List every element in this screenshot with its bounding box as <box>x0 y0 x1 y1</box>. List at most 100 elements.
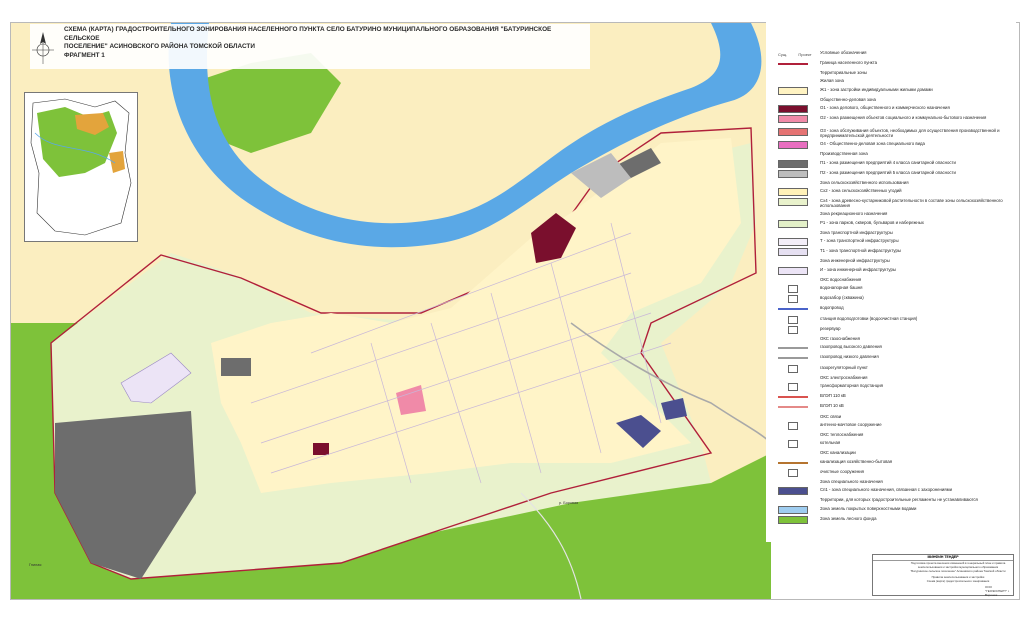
legend-item: газопровод высокого давления <box>776 344 1016 354</box>
legend-item-label: И - зона инженерной инфраструктуры <box>820 266 896 272</box>
legend-section: ОКС теплоснабжения <box>820 432 864 437</box>
stamp-line5: Схема (карта) градостроительного зониров… <box>926 579 990 583</box>
legend-color-swatch <box>778 188 808 197</box>
legend-item: О3 - зона обслуживания объектов, необход… <box>776 128 1016 138</box>
legend-section: Зона рекреационного назначения <box>820 211 888 217</box>
legend-item: газорегуляторный пункт <box>776 364 1016 375</box>
legend-item: О2 - зона размещения объектов социальног… <box>776 115 1016 125</box>
legend-color-swatch <box>778 248 808 257</box>
legend-color-swatch <box>778 198 808 207</box>
legend-item: Граница населенного пункта <box>776 60 1016 70</box>
legend-symbol-icon <box>788 295 798 304</box>
legend-item-label: Граница населенного пункта <box>820 60 878 65</box>
legend-color-swatch <box>778 105 808 113</box>
legend-section: Зона транспортной инфраструктуры <box>820 229 893 235</box>
legend-color-swatch <box>778 266 808 275</box>
legend-line-swatch <box>778 347 808 350</box>
legend-item-label: Р1 - зона парков, скверов, бульваров и н… <box>820 219 924 225</box>
legend-item-label: газопровод низкого давления <box>820 354 879 360</box>
legend-item: котельная <box>776 440 1016 450</box>
legend-line-swatch <box>778 357 808 360</box>
legend-section: Жилая зона <box>820 78 844 84</box>
legend-item-label: П1 - зона размещения предприятий 4 класс… <box>820 159 956 165</box>
legend-item: водопровод <box>776 305 1016 315</box>
legend-item: газопровод низкого давления <box>776 354 1016 364</box>
legend-symbol-icon <box>788 325 798 334</box>
overview-inset-map <box>24 92 138 242</box>
legend-item: ВЛЭП 10 кВ <box>776 403 1016 413</box>
legend-title: Условные обозначения <box>820 50 867 55</box>
legend-item-label: Зона земель покрытых поверхностными вода… <box>820 505 917 511</box>
legend-item-label: трансформаторная подстанция <box>820 383 883 388</box>
compass-icon <box>30 30 56 70</box>
legend-item-label: водонапорная башня <box>820 285 863 290</box>
legend-color-swatch <box>778 115 808 124</box>
legend-section: ОКС электроснабжения <box>820 374 868 380</box>
legend-color-swatch <box>778 238 808 246</box>
legend-item-label: станция водоподготовки (водоочистная ста… <box>820 315 918 321</box>
legend-item-label: ВЛЭП 110 кВ <box>820 393 846 399</box>
legend-item-label: антенно-мачтовое сооружение <box>820 421 882 427</box>
legend-section: Зона сельскохозяйственного использования <box>820 180 909 185</box>
legend-item: канализация хозяйственно-бытовая <box>776 459 1016 469</box>
legend-item: Т - зона транспортной инфраструктуры <box>776 238 1016 248</box>
legend-symbol-icon <box>788 315 798 324</box>
legend-section: ОКС связи <box>820 413 842 419</box>
map-title-line3: ФРАГМЕНТ 1 <box>64 51 105 59</box>
legend-item: станция водоподготовки (водоочистная ста… <box>776 315 1016 326</box>
legend-item-label: газопровод высокого давления <box>820 344 882 350</box>
legend-item: ВЛЭП 110 кВ <box>776 393 1016 403</box>
legend-item-label: водозабор (скважина) <box>820 295 864 301</box>
stamp-line3: "Батуринское сельское поселение" Асиновс… <box>910 569 1006 573</box>
legend-item-label: Сх4 - зона древесно-кустарниковой растит… <box>820 198 1003 209</box>
legend-item-label: Сх2 - зона сельскохозяйственных угодий <box>820 188 902 194</box>
stamp-org: ООО "ГЕОЭКСПЕРТ" г. Воронеж <box>985 585 1010 597</box>
legend-item: Ж1 - зона застройки индивидуальными жилы… <box>776 86 1016 97</box>
legend-line-swatch <box>778 396 808 399</box>
legend-item-label: очистные сооружения <box>820 468 864 474</box>
legend-item: Сп1 - зона специального назначения, связ… <box>776 487 1016 497</box>
legend-item-label: ВЛЭП 10 кВ <box>820 403 844 409</box>
title-block-stamp: МИНФИН ТЕНДЕР Подготовка проекта внесени… <box>872 554 1014 597</box>
legend-item: Т1 - зона транспортной инфраструктуры <box>776 248 1016 258</box>
legend-color-swatch <box>778 515 808 524</box>
legend-line-swatch <box>778 308 808 311</box>
legend-color-swatch <box>778 219 808 228</box>
legend-color-swatch <box>778 159 808 168</box>
legend-item: Сх2 - зона сельскохозяйственных угодий <box>776 188 1016 198</box>
legend-color-swatch <box>778 169 808 178</box>
legend-section: Территориальные зоны <box>820 70 868 76</box>
industrial-patch <box>221 358 251 376</box>
legend-item: И - зона инженерной инфраструктуры <box>776 266 1016 277</box>
legend-item-label: П2 - зона размещения предприятий 5 класс… <box>820 169 956 175</box>
legend-item: Зона земель покрытых поверхностными вода… <box>776 505 1016 516</box>
legend-item: антенно-мачтовое сооружение <box>776 421 1016 432</box>
legend-item: водозабор (скважина) <box>776 295 1016 305</box>
river-label: р. Боровая <box>559 501 579 505</box>
legend-col-project: Проект <box>798 52 812 57</box>
legend-item-label: Т1 - зона транспортной инфраструктуры <box>820 248 901 254</box>
legend-item: П2 - зона размещения предприятий 5 класс… <box>776 169 1016 180</box>
legend-section: Производственная зона <box>820 151 868 157</box>
legend-color-swatch <box>778 505 808 514</box>
legend-item-label: Сп1 - зона специального назначения, связ… <box>820 487 952 493</box>
legend-color-swatch <box>778 141 808 150</box>
legend-line-swatch <box>778 63 808 65</box>
legend-color-swatch <box>778 128 808 137</box>
legend-item-label: водопровод <box>820 305 844 311</box>
legend-section: ОКС водоснабжения <box>820 276 862 282</box>
legend-item-label: резервуар <box>820 325 841 331</box>
legend-symbol-icon <box>788 440 798 449</box>
legend-symbol-icon <box>788 364 798 373</box>
legend-item: Р1 - зона парков, скверов, бульваров и н… <box>776 219 1016 230</box>
legend-item: водонапорная башня <box>776 285 1016 295</box>
legend-item-label: Ж1 - зона застройки индивидуальными жилы… <box>820 86 933 92</box>
legend-color-swatch <box>778 487 808 496</box>
legend-item-label: канализация хозяйственно-бытовая <box>820 458 893 464</box>
legend-section: Зона специального назначения <box>820 479 883 484</box>
legend-item: Сх4 - зона древесно-кустарниковой растит… <box>776 198 1016 208</box>
map-title: СХЕМА (КАРТА) ГРАДОСТРОИТЕЛЬНОГО ЗОНИРОВ… <box>64 26 584 60</box>
legend-item-label: котельная <box>820 440 841 446</box>
legend-color-swatch <box>778 86 808 95</box>
legend-line-swatch <box>778 461 808 464</box>
